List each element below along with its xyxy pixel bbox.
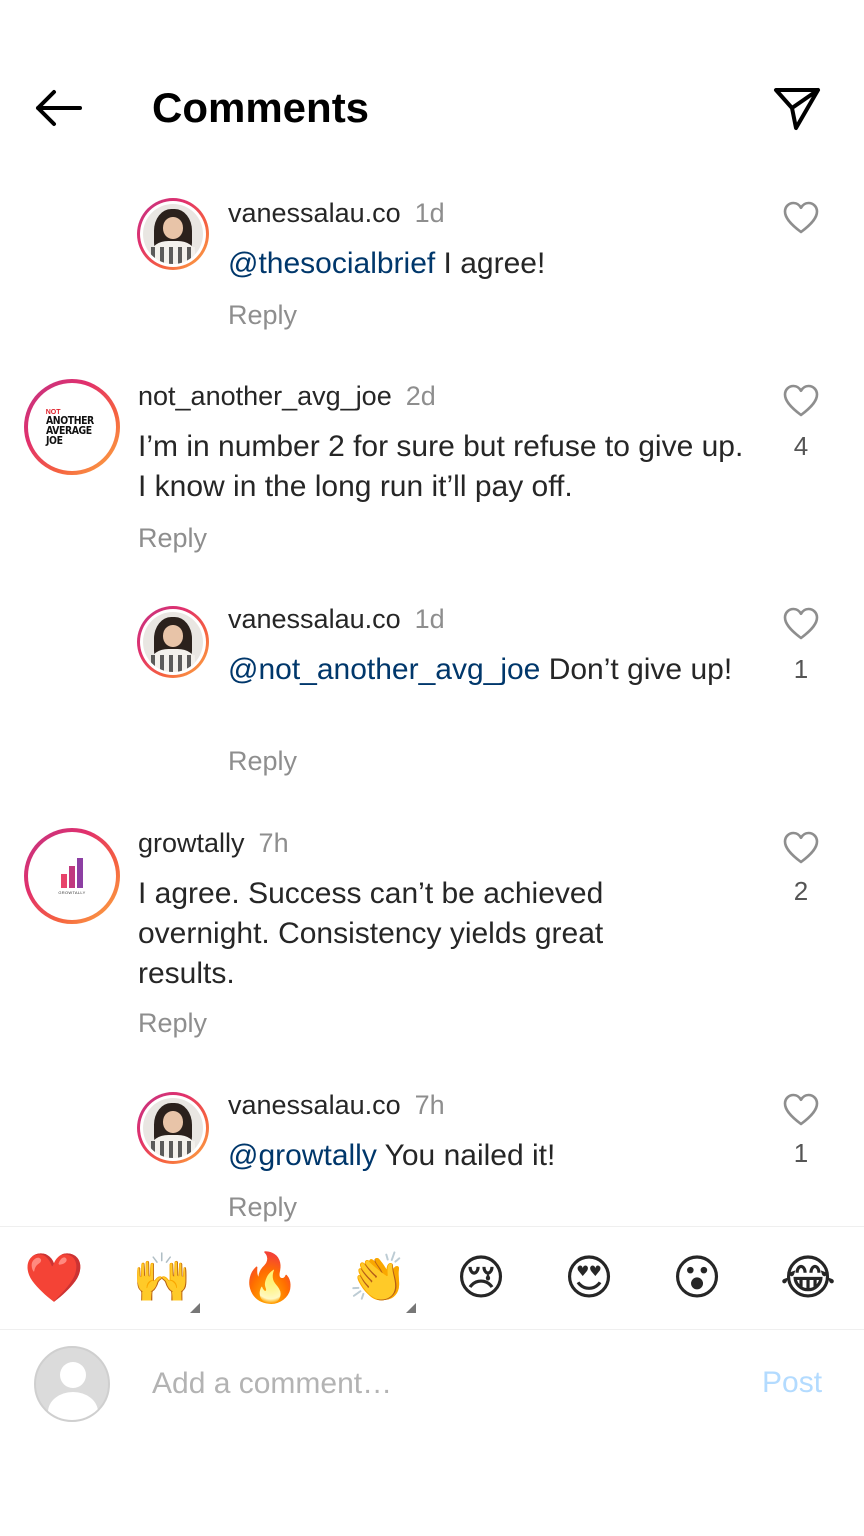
comment-text: I agree. Success can’t be achieved overn… [138,877,604,990]
like-button[interactable] [781,1090,821,1130]
comment-username[interactable]: vanessalau.co [228,604,401,634]
comment-mention[interactable]: @growtally [228,1139,377,1172]
comment-time: 1d [414,604,445,634]
comment-text: I’m in number 2 for sure but refuse to g… [138,430,744,503]
back-arrow-icon [36,90,82,126]
comment-text: @not_another_avg_joe Don’t give up! [228,653,733,686]
reply-button[interactable]: Reply [228,298,297,332]
comment-username[interactable]: growtally [138,828,245,858]
reply-button[interactable]: Reply [138,521,207,555]
comment-item: vanessalau.co 1d @thesocialbrief I agree!… [0,190,864,350]
emoji-clapping-hands[interactable]: 👏 [348,1249,408,1307]
reply-button[interactable]: Reply [228,1190,297,1224]
emoji-laughing-face[interactable]: 😂 [780,1249,836,1307]
avatar[interactable]: GROWTALLY [24,828,120,924]
comment-composer: Post [0,1330,864,1440]
post-button[interactable]: Post [762,1366,822,1400]
send-icon [774,88,820,130]
reply-button[interactable]: Reply [228,744,297,778]
emoji-bar: ❤️ 🙌 🔥 👏 😢 😍 😮 😂 [0,1226,864,1330]
emoji-crying-face[interactable]: 😢 [456,1249,506,1307]
comment-username[interactable]: vanessalau.co [228,1090,401,1120]
like-button[interactable] [781,604,821,644]
like-count: 2 [793,876,809,906]
like-button[interactable] [781,828,821,868]
skin-tone-indicator [406,1303,416,1313]
comment-item: GROWTALLY growtally 7h I agree. Success c… [0,822,864,1052]
comment-username[interactable]: not_another_avg_joe [138,381,392,411]
heart-outline-icon [783,201,819,234]
comment-input[interactable] [152,1362,712,1406]
heart-outline-icon [783,607,819,640]
emoji-heart[interactable]: ❤️ [24,1249,84,1307]
back-button[interactable] [30,84,86,132]
comment-mention[interactable]: @thesocialbrief [228,247,435,280]
avatar[interactable] [137,606,209,678]
comment-time: 1d [414,198,445,228]
emoji-heart-eyes[interactable]: 😍 [564,1249,614,1307]
brand-logo: NOT ANOTHER AVERAGE JOE [31,386,113,468]
default-avatar-icon [34,1346,110,1422]
comment-time: 7h [258,828,289,858]
like-button[interactable] [781,381,821,421]
comment-time: 2d [405,381,436,411]
comment-item: NOT ANOTHER AVERAGE JOE not_another_avg_… [0,375,864,565]
heart-outline-icon [783,384,819,417]
heart-outline-icon [783,831,819,864]
skin-tone-indicator [190,1303,200,1313]
emoji-surprised-face[interactable]: 😮 [672,1249,722,1307]
like-count: 1 [793,1138,809,1168]
emoji-fire[interactable]: 🔥 [240,1249,300,1307]
avatar[interactable]: NOT ANOTHER AVERAGE JOE [24,379,120,475]
like-count: 1 [793,654,809,684]
heart-outline-icon [783,1093,819,1126]
emoji-raising-hands[interactable]: 🙌 [132,1249,192,1307]
comment-item: vanessalau.co 1d @not_another_avg_joe Don… [0,598,864,798]
avatar[interactable] [137,1092,209,1164]
reply-button[interactable]: Reply [138,1006,207,1040]
comment-text: @growtally You nailed it! [228,1139,556,1172]
comment-username[interactable]: vanessalau.co [228,198,401,228]
avatar[interactable] [137,198,209,270]
page-title: Comments [152,84,370,131]
comment-mention[interactable]: @not_another_avg_joe [228,653,540,686]
comment-text: @thesocialbrief I agree! [228,247,546,280]
brand-logo: GROWTALLY [31,835,113,917]
header: Comments [0,0,864,200]
share-button[interactable] [770,82,824,136]
like-count: 4 [793,431,809,461]
like-button[interactable] [781,198,821,238]
comment-item: vanessalau.co 7h @growtally You nailed it… [0,1084,864,1226]
comment-time: 7h [414,1090,445,1120]
